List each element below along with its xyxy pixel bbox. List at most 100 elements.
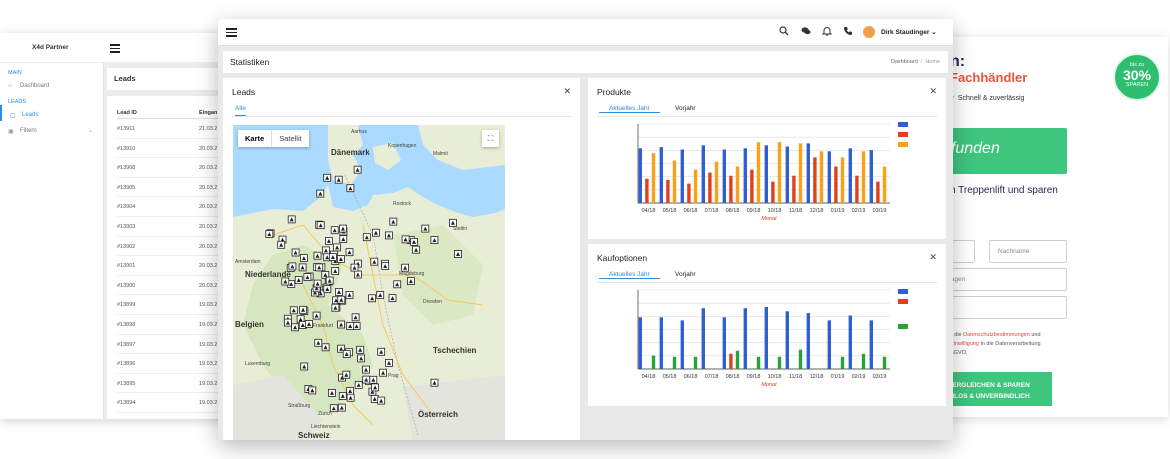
map-marker[interactable] [329, 404, 338, 413]
map-marker[interactable] [352, 322, 361, 331]
bar[interactable] [651, 355, 656, 369]
bar[interactable] [651, 153, 656, 203]
search-icon[interactable] [779, 26, 789, 36]
map-marker[interactable] [313, 279, 322, 288]
map-marker[interactable] [454, 250, 462, 258]
map-marker[interactable] [351, 313, 360, 322]
map-marker[interactable] [312, 311, 321, 320]
map-marker[interactable] [265, 230, 274, 238]
map-marker[interactable] [281, 277, 290, 286]
map-marker[interactable] [357, 354, 365, 363]
bar[interactable] [693, 356, 698, 369]
map-marker[interactable] [331, 303, 340, 312]
menu-icon[interactable] [110, 44, 120, 55]
map-marker[interactable] [337, 255, 345, 263]
map-marker[interactable] [300, 254, 308, 263]
bar[interactable] [861, 151, 866, 203]
map-marker[interactable] [339, 235, 348, 243]
bar[interactable] [764, 145, 768, 203]
close-icon[interactable]: ✕ [563, 86, 571, 97]
map-marker[interactable] [370, 257, 379, 266]
bar[interactable] [743, 148, 747, 203]
map-marker[interactable] [277, 240, 286, 249]
table-row[interactable]: #13902 20.03.2 [117, 237, 232, 257]
bar[interactable] [672, 160, 677, 204]
map-marker[interactable] [388, 294, 397, 303]
map-marker[interactable] [412, 245, 421, 254]
map-marker[interactable] [381, 262, 390, 270]
bar[interactable] [638, 317, 642, 369]
map-marker[interactable] [356, 345, 365, 354]
bar[interactable] [735, 166, 740, 204]
map-marker[interactable] [308, 386, 317, 395]
map-marker[interactable] [291, 323, 299, 332]
user-menu[interactable]: Dirk Staudinger ⌄ [881, 28, 937, 36]
bar[interactable] [680, 320, 684, 369]
bar[interactable] [869, 150, 873, 203]
bar[interactable] [659, 317, 663, 369]
consent-link[interactable]: Einwilligung [950, 341, 979, 347]
bar[interactable] [785, 146, 789, 204]
column-header[interactable]: Lead ID [117, 110, 137, 116]
map-marker[interactable] [305, 320, 313, 328]
map-marker[interactable] [354, 270, 362, 279]
map-marker[interactable] [346, 393, 355, 402]
map-marker[interactable] [421, 224, 430, 233]
map-marker[interactable] [371, 383, 380, 392]
map-marker[interactable] [385, 358, 393, 367]
map-marker[interactable] [430, 378, 439, 387]
map-marker[interactable] [284, 318, 292, 327]
map-marker[interactable] [339, 224, 347, 233]
map-marker[interactable] [325, 237, 333, 245]
map-marker[interactable] [337, 320, 345, 329]
map-type-satellit[interactable]: Satellit [271, 130, 309, 147]
bar[interactable] [729, 175, 733, 203]
map-marker[interactable] [345, 290, 354, 299]
map-marker[interactable] [335, 288, 343, 296]
map-type-toggle[interactable]: Karte Satellit [238, 130, 309, 147]
bar[interactable] [827, 151, 831, 203]
bar[interactable] [777, 142, 782, 203]
close-icon[interactable]: ✕ [929, 252, 937, 263]
map-marker[interactable] [287, 215, 296, 224]
map-marker[interactable] [329, 253, 337, 261]
map-marker[interactable] [291, 248, 300, 257]
sidebar-item-dashboard[interactable]: ⌂ Dashboard [0, 76, 103, 92]
map-marker[interactable] [430, 236, 439, 244]
map-marker[interactable] [316, 221, 325, 230]
map-marker[interactable] [406, 277, 415, 286]
bar[interactable] [806, 143, 810, 203]
bar[interactable] [714, 161, 719, 203]
bar[interactable] [756, 356, 761, 369]
privacy-link[interactable]: Datenschutzbestimmungen [963, 332, 1030, 338]
bar[interactable] [861, 353, 866, 369]
table-row[interactable]: #13911 21.03.2 [117, 119, 232, 139]
bar[interactable] [666, 179, 670, 203]
chat-icon[interactable] [801, 26, 811, 36]
table-row[interactable]: #13904 20.03.2 [117, 197, 232, 217]
table-row[interactable]: #13905 20.03.2 [117, 178, 232, 198]
bar[interactable] [756, 142, 761, 203]
bar[interactable] [659, 147, 663, 203]
map-marker[interactable] [345, 248, 354, 257]
table-row[interactable]: #13901 20.03.2 [117, 256, 232, 276]
map-marker[interactable] [314, 338, 323, 347]
bar[interactable] [638, 148, 642, 203]
close-icon[interactable]: ✕ [929, 86, 937, 97]
map-marker[interactable] [353, 165, 362, 174]
bar[interactable] [735, 350, 740, 369]
last-name-field[interactable]: Nachname [989, 240, 1067, 263]
map-marker[interactable] [300, 362, 309, 371]
bar[interactable] [840, 157, 845, 203]
bar[interactable] [882, 356, 887, 369]
map-marker[interactable] [342, 350, 351, 358]
bell-icon[interactable] [822, 26, 832, 36]
map-marker[interactable] [315, 263, 324, 272]
fullscreen-icon[interactable]: ⛶ [482, 130, 499, 147]
bar[interactable] [785, 311, 789, 369]
map-marker[interactable] [384, 231, 393, 240]
bar[interactable] [855, 175, 859, 203]
bar[interactable] [848, 315, 852, 370]
map-marker[interactable] [333, 243, 341, 252]
map-type-karte[interactable]: Karte [238, 130, 271, 147]
